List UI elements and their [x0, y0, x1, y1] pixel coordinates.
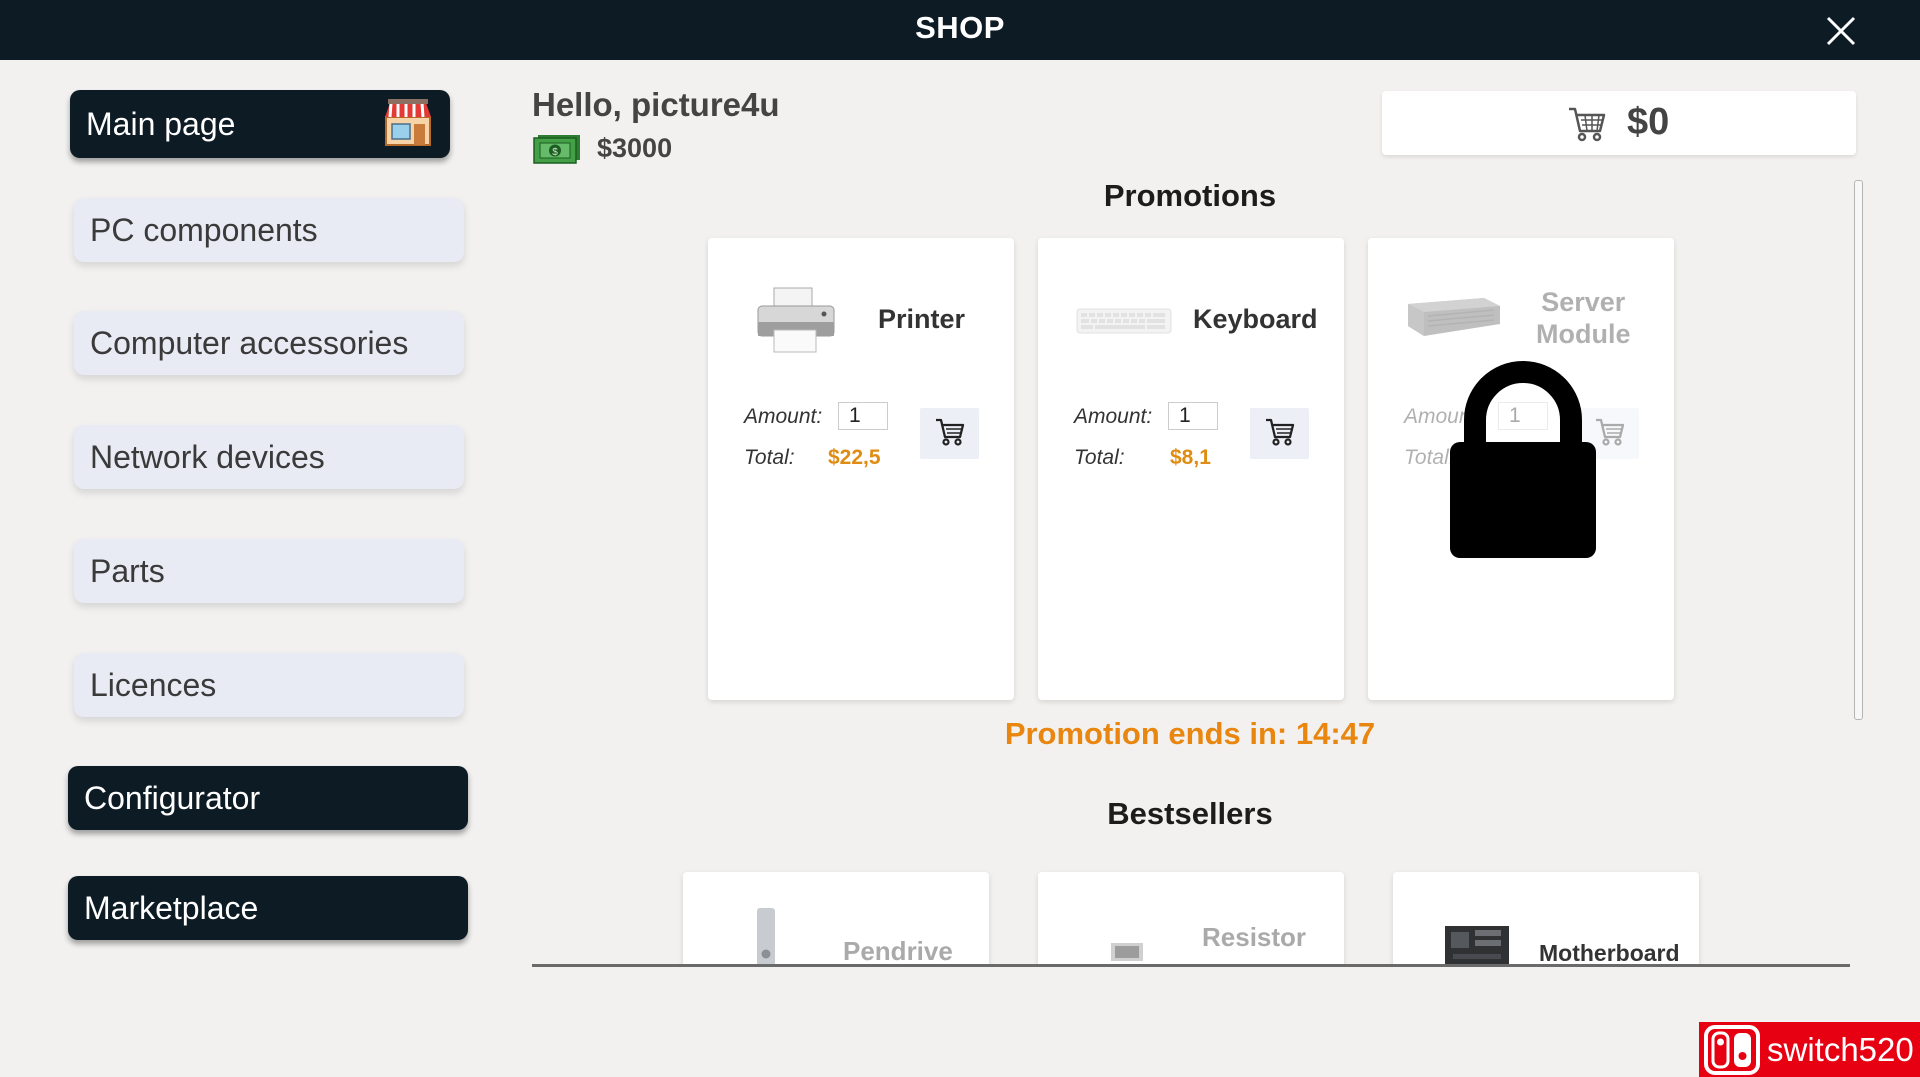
nav-marketplace-label: Marketplace [84, 889, 259, 926]
nav-licences[interactable]: Licences [74, 653, 464, 717]
nav-parts[interactable]: Parts [74, 539, 464, 603]
bestseller-name-resistor: Resistor [1202, 922, 1307, 952]
store-icon [382, 97, 434, 157]
add-to-cart-icon [934, 415, 966, 452]
nav-configurator-label: Configurator [84, 779, 261, 816]
promo-card-printer: Printer Amount: 1 Total: $22,5 [708, 238, 1014, 700]
total-label: Total: [744, 446, 795, 469]
add-to-cart-icon [1594, 415, 1626, 452]
watermark-text: switch520 [1767, 1030, 1914, 1068]
resistor-icon [1110, 942, 1144, 966]
motherboard-icon [1445, 926, 1509, 966]
add-to-cart-icon [1264, 415, 1296, 452]
bestseller-name-pendrive: Pendrive [843, 936, 953, 966]
user-greeting: Hello, picture4u [532, 86, 780, 123]
cart-summary-button[interactable]: $0 [1382, 91, 1856, 155]
switch-logo-icon [1704, 1024, 1760, 1075]
server-module-icon [1404, 294, 1502, 345]
cart-total: $0 [1627, 101, 1670, 143]
total-value-printer: $22,5 [828, 446, 881, 469]
nav-parts-label: Parts [90, 552, 165, 589]
bestseller-name-motherboard: Motherboard [1539, 940, 1680, 966]
add-to-cart-button-keyboard[interactable] [1250, 408, 1309, 459]
nav-pc-components[interactable]: PC components [74, 198, 464, 262]
bestsellers-list: Pendrive Resistor Motherboard [532, 860, 1852, 966]
divider [532, 964, 1850, 967]
amount-label: Amount: [1074, 405, 1153, 428]
nav-network-devices[interactable]: Network devices [74, 425, 464, 489]
watermark-logo: switch520 [1699, 1022, 1920, 1077]
nav-marketplace-button[interactable]: Marketplace [68, 876, 468, 940]
promo-card-keyboard: Keyboard Amount: 1 Total: $8,1 [1038, 238, 1344, 700]
promo-name-printer: Printer [878, 304, 966, 334]
promo-name-server-module: Server Module [1536, 287, 1631, 349]
window-title: SHOP [915, 10, 1005, 45]
bestseller-card-motherboard[interactable]: Motherboard [1393, 872, 1699, 966]
nav-licences-label: Licences [90, 666, 217, 703]
nav-computer-accessories-label: Computer accessories [90, 324, 409, 361]
total-value-keyboard: $8,1 [1170, 446, 1211, 469]
keyboard-icon [1076, 308, 1172, 339]
nav-computer-accessories[interactable]: Computer accessories [74, 311, 464, 375]
promotion-ends-time: 14:47 [1295, 716, 1376, 751]
nav-network-devices-label: Network devices [90, 438, 325, 475]
nav-main-page-label: Main page [86, 105, 236, 142]
nav-pc-components-label: PC components [90, 211, 318, 248]
total-label: Total: [1074, 446, 1125, 469]
nav-main-page-button[interactable]: Main page [70, 90, 450, 158]
promotions-heading: Promotions [1103, 178, 1277, 213]
bestsellers-heading: Bestsellers [1107, 796, 1273, 831]
money-icon: $ [532, 134, 582, 169]
amount-input-printer[interactable]: 1 [838, 402, 888, 430]
user-balance: $3000 [597, 133, 673, 163]
padlock-icon [1448, 358, 1598, 565]
add-to-cart-button-printer[interactable] [920, 408, 979, 459]
total-label: Total: [1404, 446, 1455, 469]
shopping-cart-icon [1567, 103, 1607, 148]
scrollbar[interactable] [1854, 180, 1863, 720]
promotion-countdown: Promotion ends in: 14:47 [532, 716, 1848, 752]
pendrive-icon [755, 908, 779, 966]
promo-name-keyboard: Keyboard [1193, 304, 1318, 334]
title-bar: SHOP [0, 0, 1920, 60]
close-icon[interactable] [1822, 12, 1860, 50]
printer-icon [756, 286, 836, 359]
amount-input-keyboard[interactable]: 1 [1168, 402, 1218, 430]
bestseller-card-resistor[interactable]: Resistor [1038, 872, 1344, 966]
promotion-ends-label: Promotion ends in: [1004, 716, 1288, 751]
svg-text:$: $ [552, 147, 558, 158]
nav-configurator-button[interactable]: Configurator [68, 766, 468, 830]
amount-label: Amount: [744, 405, 823, 428]
bestseller-card-pendrive[interactable]: Pendrive [683, 872, 989, 966]
